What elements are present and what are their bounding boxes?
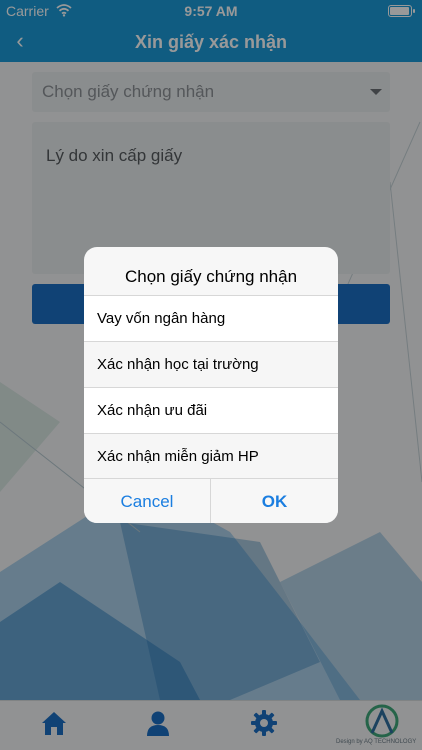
dialog-option-label: Xác nhận miễn giảm HP: [97, 448, 259, 465]
dialog-option-label: Vay vốn ngân hàng: [97, 310, 226, 327]
certificate-picker-dialog: Chọn giấy chứng nhận Vay vốn ngân hàng X…: [84, 247, 338, 523]
dialog-option-label: Xác nhận học tại trường: [97, 356, 259, 373]
ok-button[interactable]: OK: [211, 479, 338, 523]
dialog-option-label: Xác nhận ưu đãi: [97, 402, 208, 419]
cancel-button[interactable]: Cancel: [84, 479, 211, 523]
dialog-option-bank-loan[interactable]: Vay vốn ngân hàng: [84, 295, 338, 341]
dialog-footer: Cancel OK: [84, 478, 338, 523]
dialog-option-enrollment[interactable]: Xác nhận học tại trường: [84, 341, 338, 387]
dialog-option-tuition-reduction[interactable]: Xác nhận miễn giảm HP: [84, 433, 338, 479]
dialog-option-preferential[interactable]: Xác nhận ưu đãi: [84, 387, 338, 433]
dialog-title: Chọn giấy chứng nhận: [124, 267, 298, 286]
